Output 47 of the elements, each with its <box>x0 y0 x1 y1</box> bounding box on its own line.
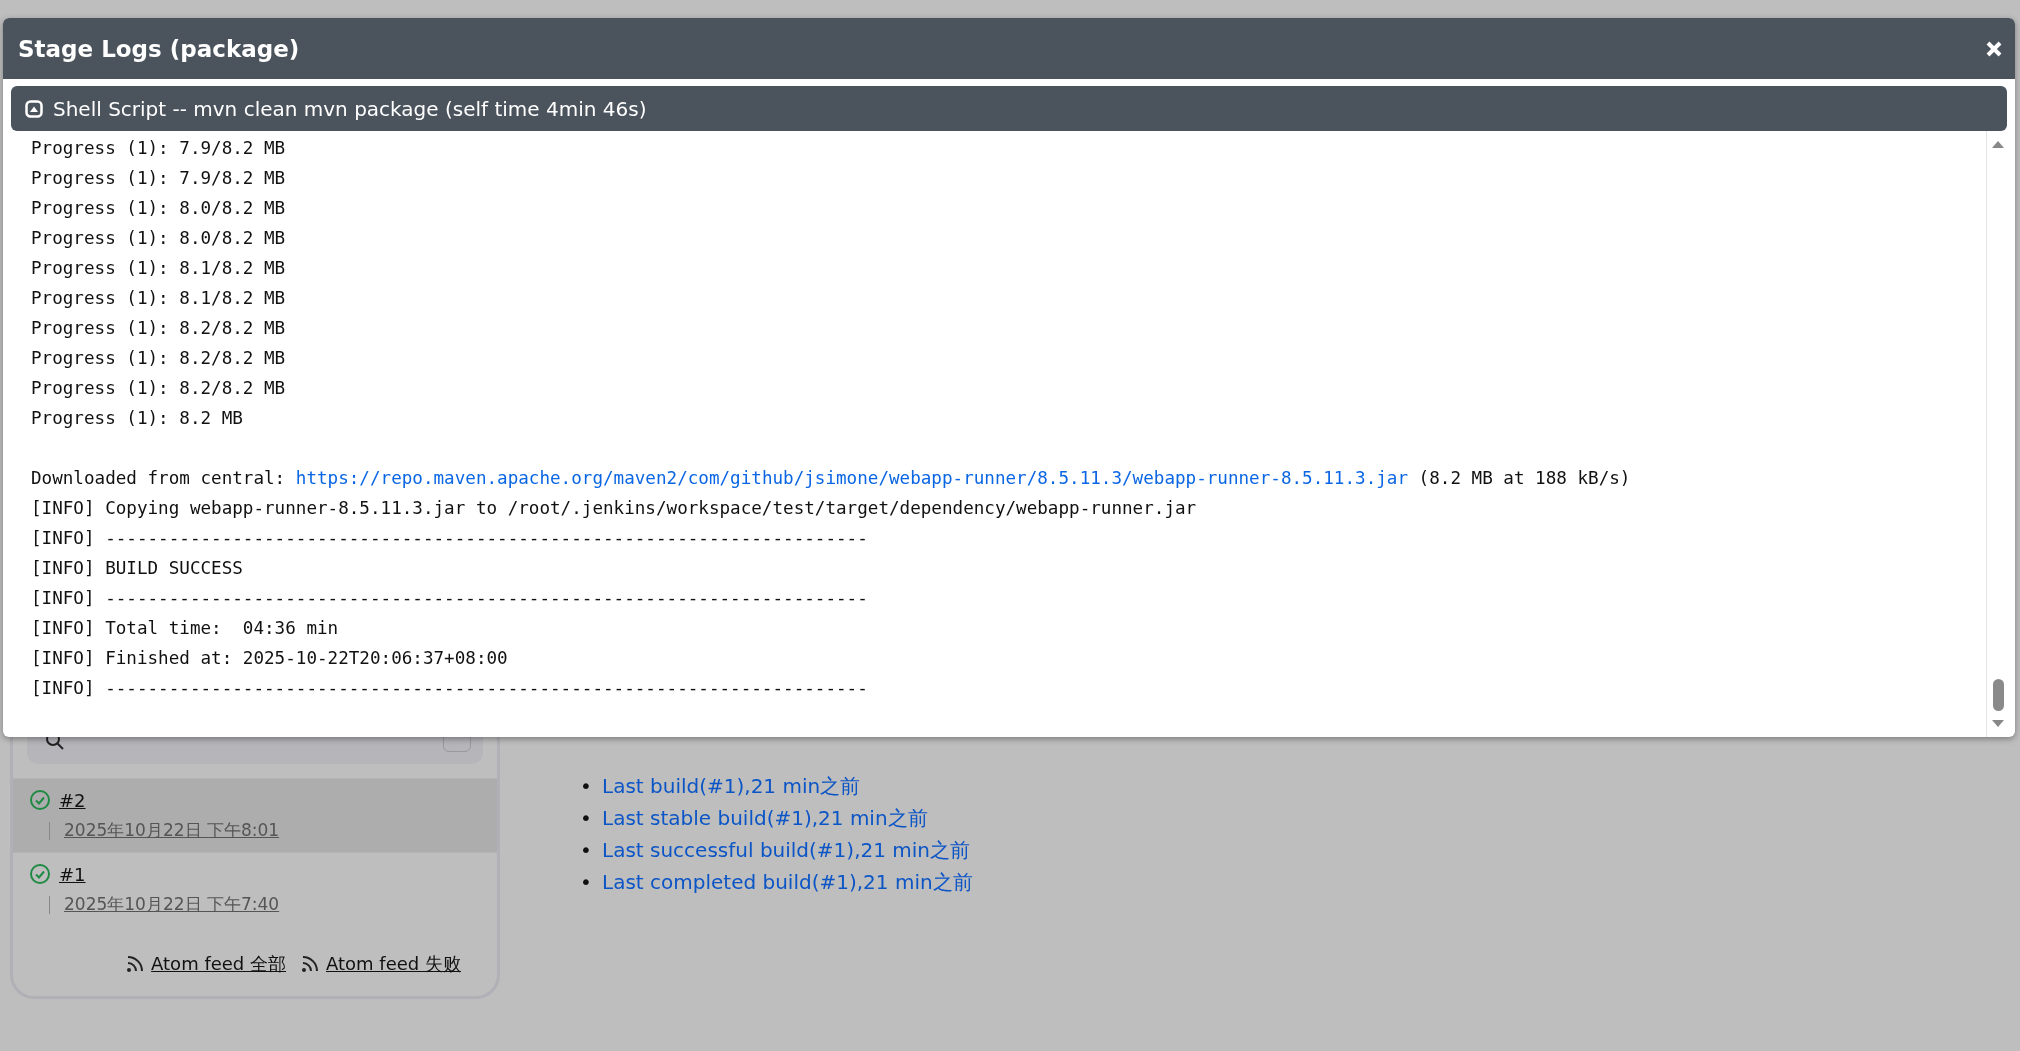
log-link[interactable]: https://repo.maven.apache.org/maven2/com/github/jsimone/webapp-runner/8.5.11.3/webapp-runner-8.5.11.3.jar <box>295 468 1408 488</box>
success-check-icon <box>29 863 51 885</box>
build-link[interactable]: #2 <box>59 789 86 811</box>
permalink[interactable]: Last build(#1),21 min之前 <box>602 774 861 798</box>
log-line: [INFO] BUILD SUCCESS <box>31 558 243 578</box>
scroll-down-icon[interactable] <box>1991 719 2005 729</box>
collapse-icon[interactable] <box>25 99 43 118</box>
step-title: Shell Script -- mvn clean mvn package (self time 4min 46s) <box>53 96 647 121</box>
log-line: Progress (1): 8.0/8.2 MB <box>31 198 286 218</box>
scrollbar-thumb[interactable] <box>1992 679 2004 711</box>
success-check-icon <box>29 789 51 811</box>
log-line: Progress (1): 8.2/8.2 MB <box>31 378 286 398</box>
log-line: Progress (1): 8.0/8.2 MB <box>31 228 286 248</box>
step-header[interactable]: Shell Script -- mvn clean mvn package (self time 4min 46s) <box>11 86 2007 131</box>
log-line: [INFO] ------------------------------------------------------------------------ <box>31 588 868 608</box>
dialog-title: Stage Logs (package) <box>18 35 300 62</box>
log-line: Progress (1): 8.2/8.2 MB <box>31 348 286 368</box>
rss-icon <box>125 954 146 974</box>
permalink[interactable]: Last stable build(#1),21 min之前 <box>602 806 928 830</box>
log-line: [INFO] ------------------------------------------------------------------------ <box>31 678 868 698</box>
build-row[interactable]: #1 2025年10月22日 下午7:40 <box>13 852 497 926</box>
bullet: • <box>580 837 593 864</box>
rss-icon <box>300 954 321 974</box>
close-icon[interactable] <box>1985 39 2003 58</box>
log-line: Progress (1): 8.2 MB <box>31 408 243 428</box>
build-row[interactable]: #2 2025年10月22日 下午8:01 <box>13 778 497 852</box>
log-line: (8.2 MB at 188 kB/s) <box>1417 468 1631 488</box>
build-date-link[interactable]: 2025年10月22日 下午7:40 <box>64 893 280 916</box>
log-line: Progress (1): 8.1/8.2 MB <box>31 258 286 278</box>
log-line: [INFO] Finished at: 2025-10-22T20:06:37+08:00 <box>31 648 508 668</box>
log-line: Progress (1): 8.1/8.2 MB <box>31 288 286 308</box>
feed-link[interactable]: Atom feed 失败 <box>326 952 461 976</box>
feed-link[interactable]: Atom feed 全部 <box>151 952 287 976</box>
log-line: Progress (1): 8.2/8.2 MB <box>31 318 286 338</box>
build-link[interactable]: #1 <box>59 863 86 885</box>
bullet: • <box>580 869 593 896</box>
log-line: Downloaded from central: <box>31 468 287 488</box>
log-line: [INFO] Total time: 04:36 min <box>31 618 339 638</box>
bullet: • <box>580 773 593 800</box>
log-line: [INFO] ------------------------------------------------------------------------ <box>31 528 868 548</box>
bullet: • <box>580 805 593 832</box>
permalink[interactable]: Last successful build(#1),21 min之前 <box>602 838 971 862</box>
scroll-up-icon[interactable] <box>1991 139 2005 149</box>
permalink[interactable]: Last completed build(#1),21 min之前 <box>602 870 973 894</box>
log-line: Progress (1): 7.9/8.2 MB <box>31 138 286 158</box>
log-line: [INFO] Copying webapp-runner-8.5.11.3.jar to /root/.jenkins/workspace/test/target/dependency/webapp-runner.jar <box>31 498 1197 518</box>
log-line: Progress (1): 7.9/8.2 MB <box>31 168 286 188</box>
